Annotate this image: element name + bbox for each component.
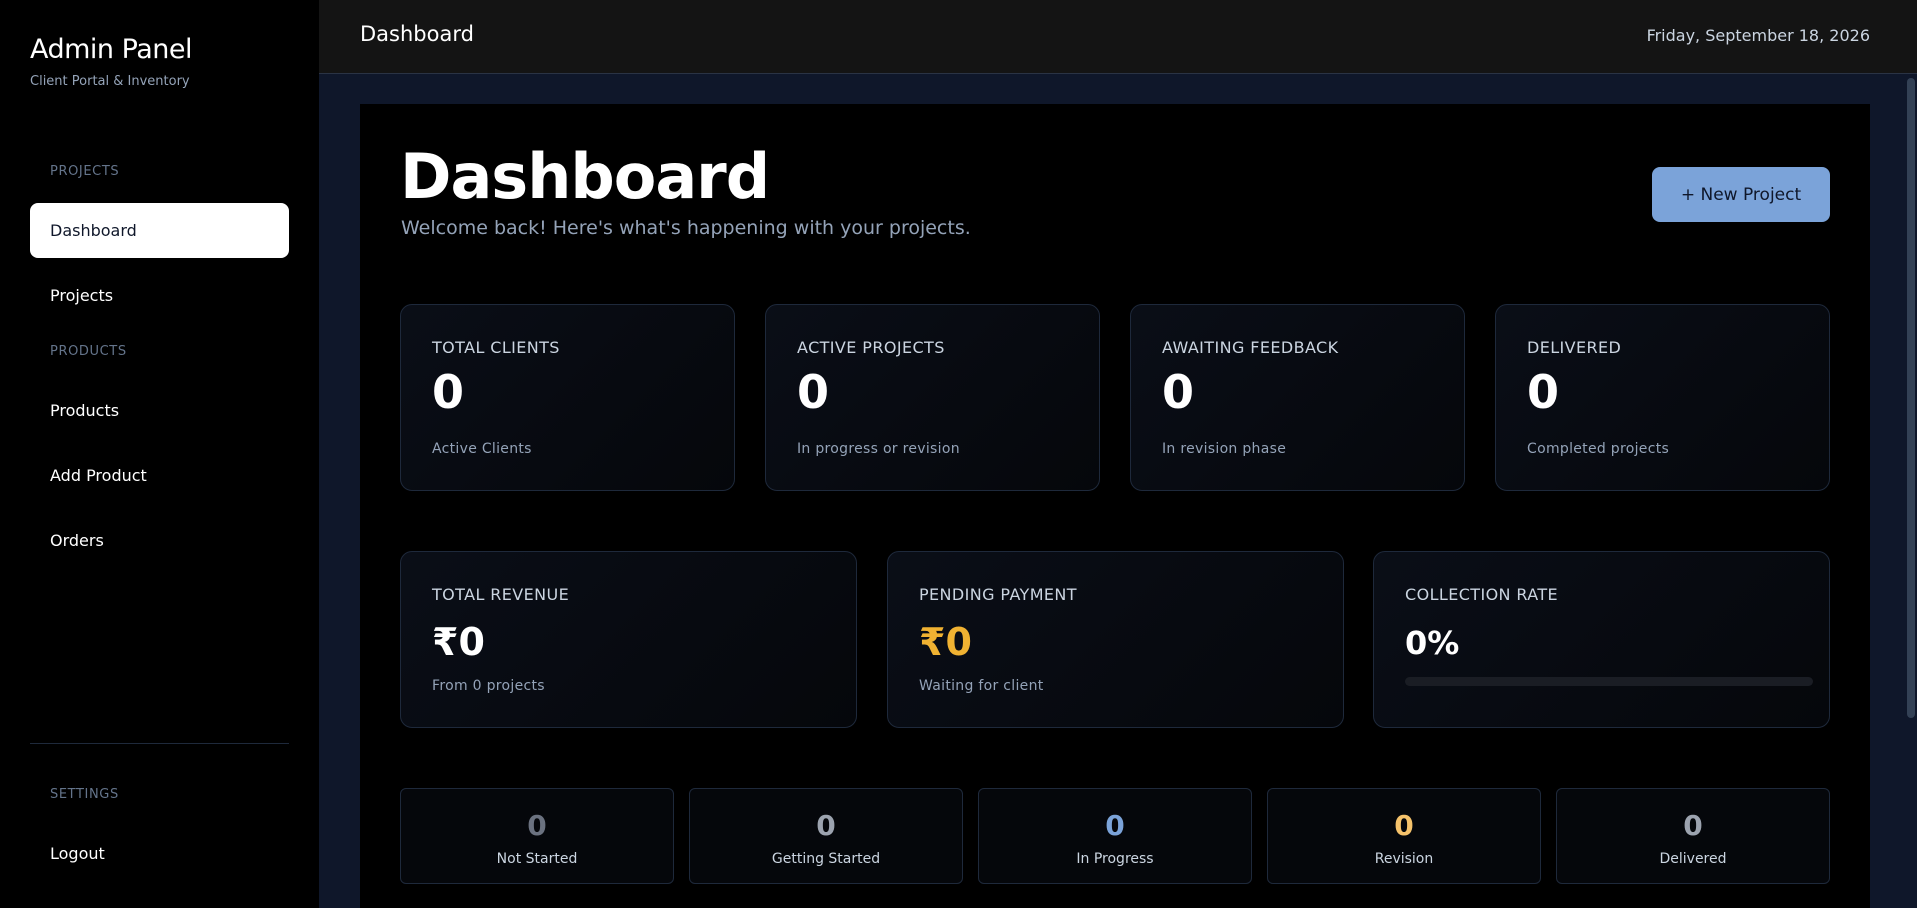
- scrollbar-thumb[interactable]: [1907, 78, 1915, 718]
- revenue-card: TOTAL REVENUE ₹0 From 0 projects: [400, 551, 857, 728]
- collection-label: COLLECTION RATE: [1405, 585, 1559, 604]
- status-card-delivered: 0 Delivered: [1556, 788, 1830, 884]
- new-project-button[interactable]: + New Project: [1652, 167, 1830, 222]
- main-panel: Dashboard Welcome back! Here's what's ha…: [360, 104, 1870, 908]
- stat-label: DELIVERED: [1527, 338, 1622, 357]
- status-card-getting-started: 0 Getting Started: [689, 788, 963, 884]
- stat-value: 0: [1527, 365, 1560, 419]
- sidebar-item-dashboard[interactable]: Dashboard: [30, 203, 289, 258]
- page-subtitle: Welcome back! Here's what's happening wi…: [401, 217, 971, 239]
- status-count: 0: [1394, 809, 1414, 842]
- status-label: Not Started: [496, 851, 578, 867]
- current-date: Friday, September 18, 2026: [1646, 26, 1870, 45]
- nav-section-settings: SETTINGS: [50, 787, 119, 802]
- brand-title: Admin Panel: [30, 34, 192, 65]
- nav-section-projects: PROJECTS: [50, 164, 120, 179]
- status-count: 0: [816, 809, 836, 842]
- pending-label: PENDING PAYMENT: [919, 585, 1077, 604]
- pending-value: ₹0: [919, 620, 972, 664]
- stat-card-awaiting-feedback: AWAITING FEEDBACK 0 In revision phase: [1130, 304, 1465, 491]
- stat-caption: Completed projects: [1527, 441, 1670, 457]
- pending-caption: Waiting for client: [919, 678, 1044, 694]
- status-card-in-progress: 0 In Progress: [978, 788, 1252, 884]
- status-label: Getting Started: [771, 851, 881, 867]
- stat-card-active-projects: ACTIVE PROJECTS 0 In progress or revisio…: [765, 304, 1100, 491]
- status-label: Delivered: [1659, 851, 1727, 867]
- stat-card-delivered: DELIVERED 0 Completed projects: [1495, 304, 1830, 491]
- stat-caption: In revision phase: [1162, 441, 1287, 457]
- sidebar-item-orders[interactable]: Orders: [30, 513, 289, 568]
- sidebar-item-logout[interactable]: Logout: [30, 826, 289, 881]
- sidebar: Admin Panel Client Portal & Inventory PR…: [0, 0, 319, 908]
- collection-rate-card: COLLECTION RATE 0%: [1373, 551, 1830, 728]
- revenue-label: TOTAL REVENUE: [432, 585, 570, 604]
- stat-value: 0: [1162, 365, 1195, 419]
- status-card-not-started: 0 Not Started: [400, 788, 674, 884]
- status-label: In Progress: [1076, 851, 1154, 867]
- status-count: 0: [1683, 809, 1703, 842]
- revenue-caption: From 0 projects: [432, 678, 545, 694]
- sidebar-item-add-product[interactable]: Add Product: [30, 448, 289, 503]
- sidebar-item-products[interactable]: Products: [30, 383, 289, 438]
- stat-caption: In progress or revision: [797, 441, 960, 457]
- status-card-revision: 0 Revision: [1267, 788, 1541, 884]
- stat-caption: Active Clients: [432, 441, 532, 457]
- collection-progress-bar: [1405, 677, 1813, 686]
- collection-value: 0%: [1405, 624, 1460, 662]
- stat-value: 0: [797, 365, 830, 419]
- status-count: 0: [1105, 809, 1125, 842]
- status-label: Revision: [1374, 851, 1434, 867]
- stat-label: ACTIVE PROJECTS: [797, 338, 945, 357]
- stat-label: TOTAL CLIENTS: [432, 338, 560, 357]
- brand-subtitle: Client Portal & Inventory: [30, 74, 190, 89]
- nav-section-products: PRODUCTS: [50, 344, 127, 359]
- pending-payment-card: PENDING PAYMENT ₹0 Waiting for client: [887, 551, 1344, 728]
- page-title: Dashboard: [400, 140, 770, 213]
- sidebar-divider: [30, 743, 289, 744]
- topbar-title: Dashboard: [360, 22, 474, 46]
- stat-label: AWAITING FEEDBACK: [1162, 338, 1339, 357]
- stat-card-total-clients: TOTAL CLIENTS 0 Active Clients: [400, 304, 735, 491]
- sidebar-item-projects[interactable]: Projects: [30, 268, 289, 323]
- topbar: Dashboard Friday, September 18, 2026: [319, 0, 1917, 74]
- scrollbar[interactable]: [1905, 74, 1917, 908]
- stat-value: 0: [432, 365, 465, 419]
- status-count: 0: [527, 809, 547, 842]
- revenue-value: ₹0: [432, 620, 485, 664]
